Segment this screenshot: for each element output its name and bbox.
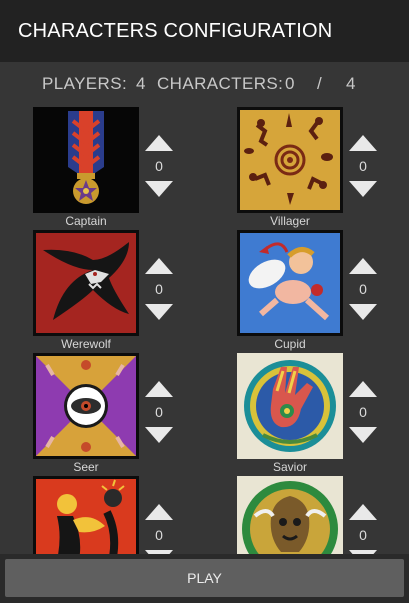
character-name: Seer xyxy=(73,460,99,474)
character-card-tree: 0 xyxy=(237,476,387,554)
decrement-arrow-icon[interactable] xyxy=(145,304,173,320)
seer-eye-icon xyxy=(33,353,139,459)
character-count: 0 xyxy=(359,527,367,543)
character-card-seer: Seer 0 xyxy=(33,353,183,475)
characters-label: CHARACTERS: xyxy=(157,74,284,93)
character-count: 0 xyxy=(155,158,163,174)
character-count: 0 xyxy=(359,158,367,174)
character-list[interactable]: PLAYERS: 4 CHARACTERS: 0 / 4 Captain 0 V… xyxy=(0,62,409,554)
character-card-villager: Villager 0 xyxy=(237,107,387,229)
decrement-arrow-icon[interactable] xyxy=(349,304,377,320)
character-card-savior: Savior 0 xyxy=(237,353,387,475)
characters-separator: / xyxy=(317,74,323,93)
players-label: PLAYERS: xyxy=(42,74,128,93)
savior-hand-icon xyxy=(237,353,343,459)
app-window: CHARACTERS CONFIGURATION PLAYERS: 4 CHAR… xyxy=(0,0,409,603)
tree-count-stepper: 0 xyxy=(343,504,383,554)
cupid-count-stepper: 0 xyxy=(343,258,383,324)
character-name: Captain xyxy=(65,214,107,228)
increment-arrow-icon[interactable] xyxy=(349,258,377,274)
footer-bar: PLAY xyxy=(0,554,409,603)
decrement-arrow-icon[interactable] xyxy=(349,181,377,197)
character-count: 0 xyxy=(155,527,163,543)
increment-arrow-icon[interactable] xyxy=(145,381,173,397)
character-name: Savior xyxy=(272,460,307,474)
character-count: 0 xyxy=(359,281,367,297)
witch-count-stepper: 0 xyxy=(139,504,179,554)
players-value: 4 xyxy=(136,74,146,93)
character-name: Cupid xyxy=(274,337,306,351)
decrement-arrow-icon[interactable] xyxy=(145,181,173,197)
character-count: 0 xyxy=(155,281,163,297)
increment-arrow-icon[interactable] xyxy=(349,381,377,397)
character-card-cupid: Cupid 0 xyxy=(237,230,387,352)
character-count: 0 xyxy=(359,404,367,420)
play-button[interactable]: PLAY xyxy=(5,559,404,597)
player-character-summary: PLAYERS: 4 CHARACTERS: 0 / 4 xyxy=(0,71,409,97)
tree-art-icon xyxy=(237,476,343,554)
seer-count-stepper: 0 xyxy=(139,381,179,447)
page-title: CHARACTERS CONFIGURATION xyxy=(18,19,333,42)
character-card-witch: 0 xyxy=(33,476,183,554)
captain-medal-icon xyxy=(33,107,139,213)
increment-arrow-icon[interactable] xyxy=(145,504,173,520)
werewolf-art-icon xyxy=(33,230,139,336)
decrement-arrow-icon[interactable] xyxy=(145,427,173,443)
character-count: 0 xyxy=(155,404,163,420)
increment-arrow-icon[interactable] xyxy=(349,504,377,520)
increment-arrow-icon[interactable] xyxy=(349,135,377,151)
characters-selected: 0 xyxy=(285,74,295,93)
werewolf-count-stepper: 0 xyxy=(139,258,179,324)
characters-total: 4 xyxy=(346,74,356,93)
character-card-werewolf: Werewolf 0 xyxy=(33,230,183,352)
title-bar: CHARACTERS CONFIGURATION xyxy=(0,0,409,62)
villager-count-stepper: 0 xyxy=(343,135,383,201)
character-name: Werewolf xyxy=(61,337,111,351)
increment-arrow-icon[interactable] xyxy=(145,135,173,151)
character-name: Villager xyxy=(270,214,310,228)
character-card-captain: Captain 0 xyxy=(33,107,183,229)
increment-arrow-icon[interactable] xyxy=(145,258,173,274)
cupid-art-icon xyxy=(237,230,343,336)
villager-art-icon xyxy=(237,107,343,213)
captain-count-stepper: 0 xyxy=(139,135,179,201)
savior-count-stepper: 0 xyxy=(343,381,383,447)
decrement-arrow-icon[interactable] xyxy=(349,427,377,443)
witch-art-icon xyxy=(33,476,139,554)
